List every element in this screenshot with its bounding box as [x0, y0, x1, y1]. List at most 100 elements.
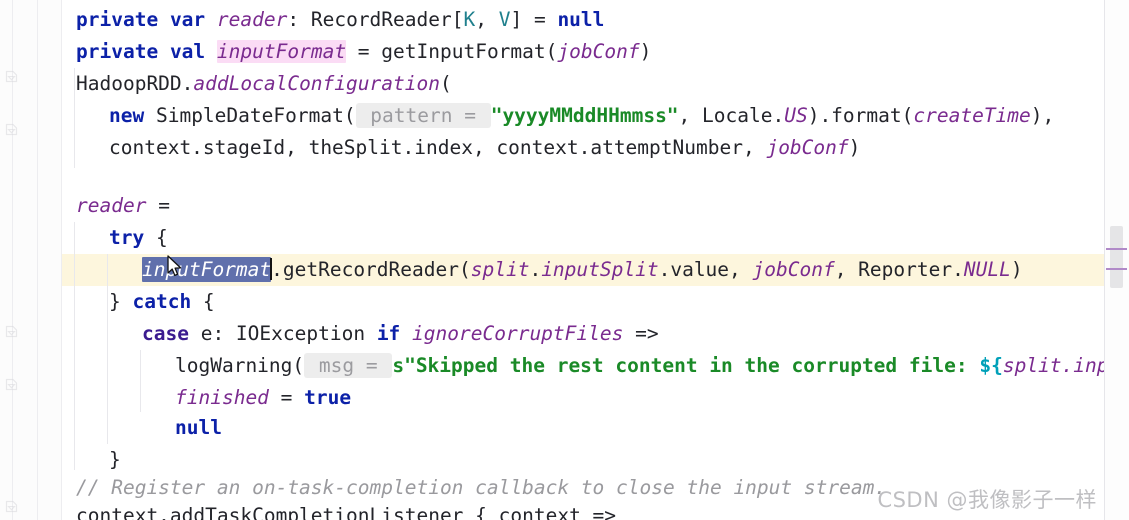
code-token: s: [392, 354, 405, 377]
code-token: ${: [979, 354, 1003, 377]
code-line[interactable]: context.addTaskCompletionListener { cont…: [76, 500, 616, 520]
code-token: ).format(: [807, 104, 914, 127]
code-fold-icon[interactable]: [5, 123, 18, 136]
code-token: NULL: [963, 258, 1011, 281]
code-token: }: [109, 448, 121, 471]
code-line[interactable]: finished = true: [175, 382, 351, 414]
parameter-hint: msg =: [304, 353, 393, 378]
code-token: inputSplit: [541, 258, 659, 281]
code-token: {: [191, 290, 215, 313]
code-fold-icon[interactable]: [5, 325, 18, 338]
code-token: if: [376, 322, 401, 345]
code-line[interactable]: private val inputFormat = getInputFormat…: [76, 36, 651, 68]
code-token: .getRecordReader(: [271, 258, 471, 281]
code-token: case: [142, 322, 189, 345]
code-token: split: [470, 258, 530, 281]
code-token: =: [146, 194, 170, 217]
vertical-scrollbar[interactable]: [1104, 0, 1129, 520]
scrollbar-thumb[interactable]: [1110, 226, 1123, 288]
parameter-hint: pattern =: [355, 103, 491, 128]
code-editor[interactable]: private var reader: RecordReader[K, V] =…: [0, 0, 1129, 520]
code-token: HadoopRDD.: [76, 72, 194, 95]
code-line[interactable]: reader =: [76, 190, 170, 222]
indent-guide-4: [140, 350, 141, 412]
code-token: addLocalConfiguration: [193, 72, 440, 95]
code-token: ): [639, 40, 652, 63]
code-token: val: [169, 40, 206, 63]
code-token: ): [1010, 258, 1023, 281]
code-token: {: [144, 226, 168, 249]
code-token: = getInputFormat(: [346, 40, 558, 63]
code-token: =>: [623, 322, 659, 345]
code-token: private: [76, 8, 159, 31]
indent-guide-2: [74, 222, 75, 470]
code-token: .: [529, 258, 542, 281]
code-token: e: IOException: [188, 322, 377, 345]
code-line[interactable]: logWarning( msg = s"Skipped the rest con…: [175, 350, 1105, 382]
code-token: createTime: [913, 104, 1031, 127]
code-token: ,: [475, 8, 499, 31]
code-line[interactable]: context.stageId, theSplit.index, context…: [109, 132, 860, 164]
code-token: : RecordReader[: [287, 8, 464, 31]
code-token: "Skipped the rest content in the corrupt…: [404, 354, 980, 377]
code-fold-icon[interactable]: [5, 500, 18, 513]
code-token: null: [175, 416, 222, 439]
code-token: context.stageId, theSplit.index, context…: [109, 136, 767, 159]
code-fold-icon[interactable]: [5, 378, 18, 391]
code-token: US: [784, 104, 808, 127]
code-token: V: [498, 8, 511, 31]
code-fold-icon[interactable]: [5, 70, 18, 83]
scrollbar-occurrence-marker[interactable]: [1106, 248, 1127, 250]
code-token: =: [268, 386, 305, 409]
selected-token: inputFormat: [142, 257, 272, 282]
code-token: jobConf: [766, 136, 849, 159]
code-line[interactable]: case e: IOException if ignoreCorruptFile…: [142, 318, 659, 350]
code-token: ] =: [510, 8, 558, 31]
code-token: , Locale.: [678, 104, 785, 127]
code-token: split.inputSplit: [1002, 354, 1105, 377]
scrollbar-occurrence-marker[interactable]: [1106, 268, 1127, 270]
code-token: ): [848, 136, 861, 159]
code-token: ignoreCorruptFiles: [412, 322, 624, 345]
code-token: .value,: [658, 258, 753, 281]
code-comment: // Register an on-task-completion callba…: [76, 476, 887, 499]
code-line[interactable]: private var reader: RecordReader[K, V] =…: [76, 4, 604, 36]
code-line[interactable]: HadoopRDD.addLocalConfiguration(: [76, 68, 452, 100]
code-token: var: [169, 8, 206, 31]
csdn-watermark: CSDN @我像影子一样: [877, 488, 1097, 512]
code-token: try: [109, 226, 145, 249]
code-token: "yyyyMMddHHmmss": [490, 104, 679, 127]
code-token: (: [439, 72, 452, 95]
code-token: new: [109, 104, 145, 127]
code-token: jobConf: [557, 40, 640, 63]
editor-gutter[interactable]: [0, 0, 62, 520]
indent-guide-3: [107, 254, 108, 444]
code-line[interactable]: } catch {: [109, 286, 215, 318]
code-line[interactable]: null: [175, 412, 222, 444]
code-token: reader: [216, 8, 288, 31]
code-token: , Reporter.: [834, 258, 964, 281]
code-token: catch: [132, 290, 192, 313]
code-line[interactable]: inputFormat.getRecordReader(split.inputS…: [142, 254, 1023, 286]
gutter-separator-2: [37, 0, 38, 520]
code-line[interactable]: try {: [109, 222, 168, 254]
code-token: finished: [175, 386, 269, 409]
code-surface[interactable]: private var reader: RecordReader[K, V] =…: [62, 0, 1105, 520]
code-token: reader: [76, 194, 147, 217]
code-token: inputFormat: [216, 40, 347, 63]
code-token: ),: [1030, 104, 1055, 127]
code-token: logWarning(: [175, 354, 305, 377]
code-token: jobConf: [752, 258, 835, 281]
code-token: K: [463, 8, 476, 31]
code-line[interactable]: new SimpleDateFormat( pattern = "yyyyMMd…: [109, 100, 1054, 132]
code-token: null: [557, 8, 605, 31]
code-token: private: [76, 40, 159, 63]
code-token: context.addTaskCompletionListener { cont…: [76, 504, 617, 520]
code-token: }: [109, 290, 133, 313]
code-token: true: [304, 386, 352, 409]
indent-guide-1: [74, 68, 75, 168]
